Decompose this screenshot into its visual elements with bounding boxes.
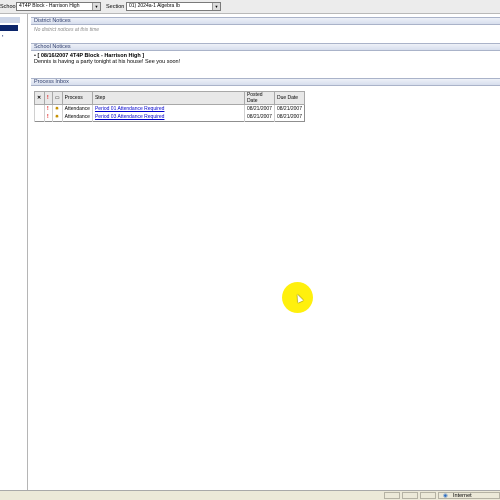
- zone-label: Internet: [453, 493, 472, 499]
- status-pane: [384, 492, 400, 499]
- main-content: District Notices No district notices at …: [31, 15, 500, 489]
- page-icon: ▭: [54, 95, 60, 101]
- due-date-column-header[interactable]: Due Date: [273, 91, 306, 105]
- star-icon: ✸: [54, 106, 60, 112]
- nav-item-link[interactable]: ▪: [2, 33, 14, 38]
- exclamation-icon: !: [46, 106, 49, 112]
- step-column-header[interactable]: Step: [91, 91, 245, 105]
- step-link[interactable]: Period 03 Attendance Required: [95, 114, 165, 120]
- zone-pane: ◉ Internet: [438, 492, 500, 499]
- school-notice: • [ 08/16/2007 4T4P Block - Harrison Hig…: [34, 53, 494, 65]
- new-cell: ✸: [51, 113, 63, 122]
- step-cell: Period 03 Attendance Required: [91, 113, 245, 122]
- status-bar: ◉ Internet: [0, 490, 500, 500]
- process-inbox-header: Process Inbox: [31, 78, 500, 86]
- nav-item-active[interactable]: [0, 25, 18, 31]
- posted-date-cell: 08/21/2007: [243, 113, 275, 122]
- district-notices-header: District Notices: [31, 17, 500, 25]
- new-cell: ✸: [51, 104, 63, 113]
- posted-date-cell: 08/21/2007: [243, 104, 275, 113]
- exclamation-icon: !: [46, 114, 49, 120]
- due-date-cell: 08/21/2007: [273, 104, 305, 113]
- delete-column-header[interactable]: ✕: [34, 91, 45, 105]
- table-row: ! ✸ Attendance Period 03 Attendance Requ…: [34, 113, 305, 122]
- school-label: School: [0, 4, 17, 10]
- section-select-value: 01) 2024a-1 Algebra Ib: [129, 3, 180, 9]
- priority-cell: !: [43, 104, 53, 113]
- section-select[interactable]: 01) 2024a-1 Algebra Ib ▼: [126, 2, 221, 11]
- nav-header: [0, 17, 20, 23]
- chevron-down-icon[interactable]: ▼: [92, 3, 100, 10]
- priority-cell: !: [43, 113, 53, 122]
- close-icon[interactable]: ✕: [37, 95, 41, 101]
- row-spacer: [34, 104, 45, 113]
- left-nav: ▪: [0, 14, 28, 490]
- table-row: ! ✸ Attendance Period 01 Attendance Requ…: [34, 104, 305, 113]
- status-pane: [402, 492, 418, 499]
- school-notices-header: School Notices: [31, 43, 500, 51]
- top-toolbar: School 4T4P Block - Harrison High ▼ Sect…: [0, 0, 500, 14]
- school-notice-message: Dennis is having a party tonight at his …: [34, 59, 181, 65]
- school-select-value: 4T4P Block - Harrison High: [19, 3, 80, 9]
- table-header-row: ✕ ! ▭ Process Step Posted Date Due Date: [34, 91, 306, 105]
- status-pane: [420, 492, 436, 499]
- district-notices-empty: No district notices at this time: [34, 27, 100, 33]
- chevron-down-icon[interactable]: ▼: [212, 3, 220, 10]
- process-inbox-table: ✕ ! ▭ Process Step Posted Date Due Date …: [34, 91, 306, 122]
- step-cell: Period 01 Attendance Required: [91, 104, 245, 113]
- process-column-header[interactable]: Process: [61, 91, 93, 105]
- row-spacer: [34, 113, 45, 122]
- process-cell: Attendance: [61, 113, 93, 122]
- due-date-cell: 08/21/2007: [273, 113, 305, 122]
- section-label: Section: [106, 4, 125, 10]
- posted-date-column-header[interactable]: Posted Date: [243, 91, 275, 105]
- step-link[interactable]: Period 01 Attendance Required: [95, 106, 165, 112]
- page-column-header[interactable]: ▭: [51, 91, 63, 105]
- process-cell: Attendance: [61, 104, 93, 113]
- school-select[interactable]: 4T4P Block - Harrison High ▼: [16, 2, 101, 11]
- star-icon: ✸: [54, 114, 60, 120]
- priority-column-header[interactable]: !: [43, 91, 53, 105]
- globe-icon: ◉: [443, 493, 448, 499]
- exclamation-icon: !: [46, 95, 49, 101]
